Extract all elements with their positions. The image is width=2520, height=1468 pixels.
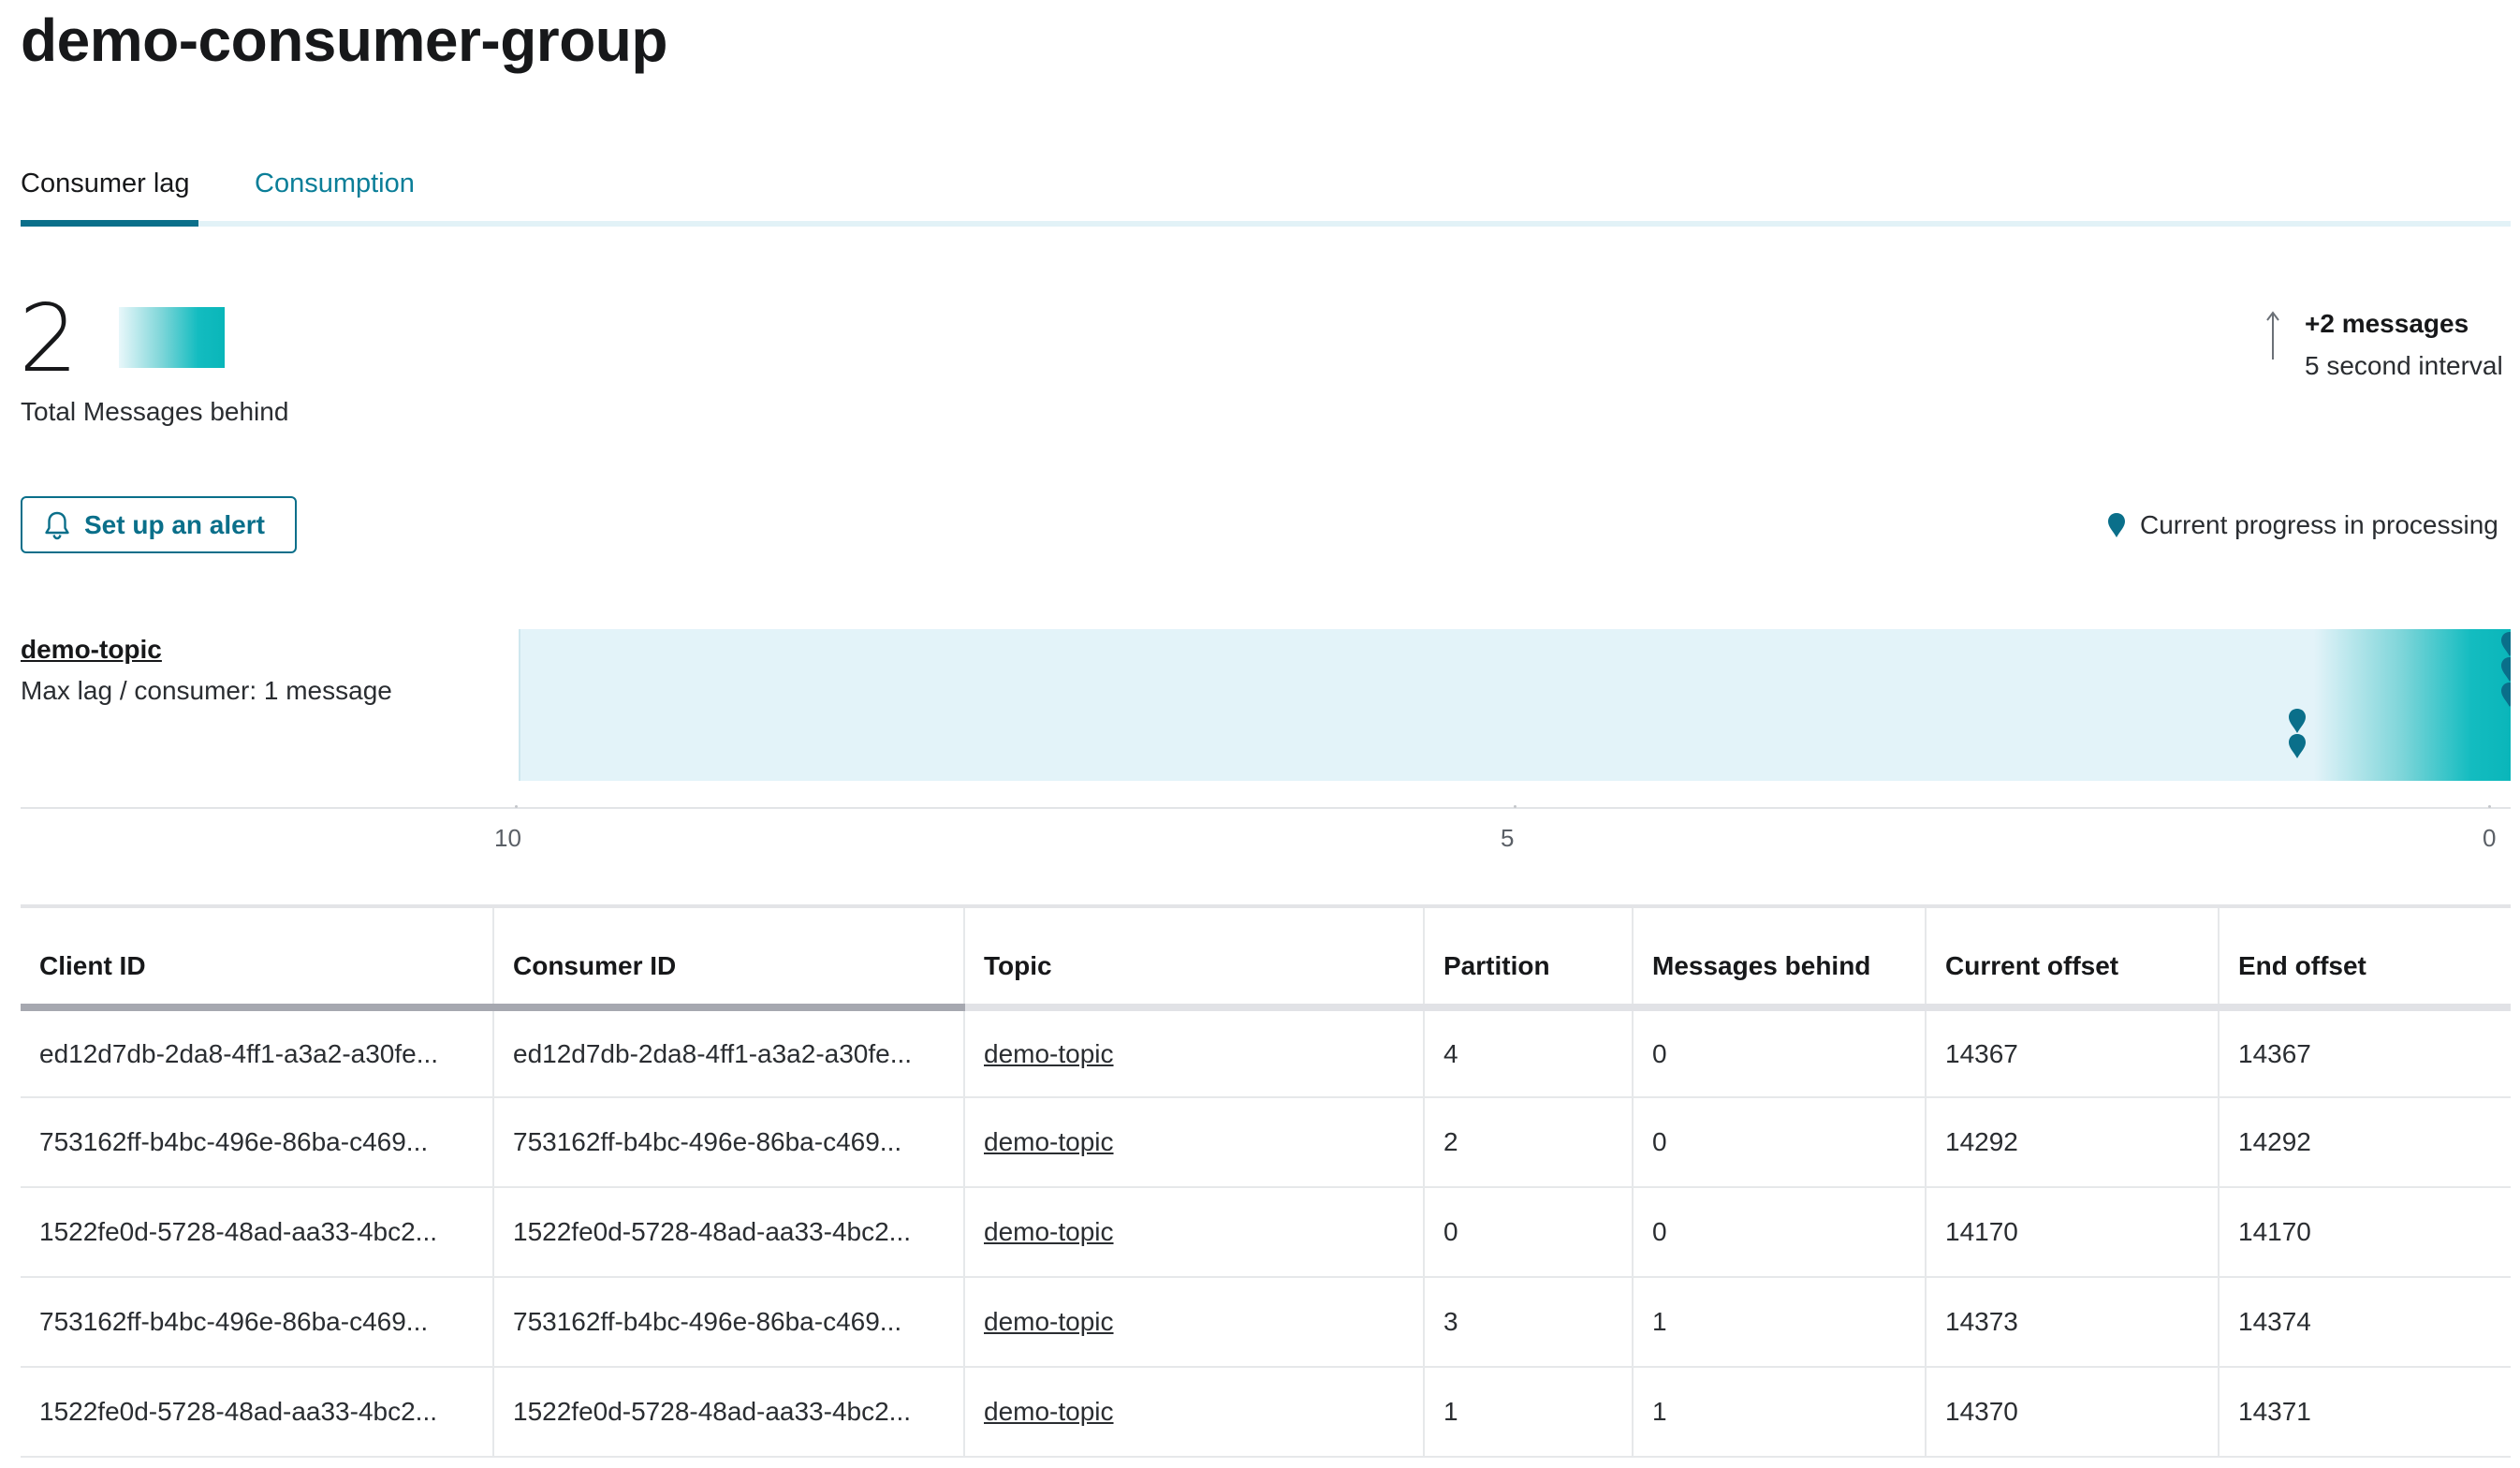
set-up-alert-button[interactable]: Set up an alert [21,496,297,553]
page-title: demo-consumer-group [21,7,667,74]
consumer-table: Client ID Consumer ID Topic Partition Me… [21,904,2511,1458]
cell-consumer-id: 753162ff-b4bc-496e-86ba-c469... [493,1277,965,1367]
topic-link[interactable]: demo-topic [984,1307,1114,1336]
arrow-up-icon [2266,311,2279,360]
cell-partition: 2 [1424,1097,1634,1187]
table-header-row: Client ID Consumer ID Topic Partition Me… [21,906,2511,1011]
delta-messages: +2 messages [2305,309,2469,338]
topic-link[interactable]: demo-topic [984,1127,1114,1156]
column-header-current-offset[interactable]: Current offset [1926,906,2220,1011]
table-row: 753162ff-b4bc-496e-86ba-c469... 753162ff-… [21,1097,2511,1187]
column-header-topic[interactable]: Topic [964,906,1425,1011]
cell-topic: demo-topic [964,1187,1425,1277]
consumer-progress-pin[interactable] [2499,682,2511,708]
consumer-progress-pin[interactable] [2499,656,2511,683]
consumer-progress-pin[interactable] [2287,708,2308,734]
lag-fill [2314,629,2511,781]
cell-end-offset: 14170 [2238,1217,2311,1246]
cell-current-offset: 14170 [1926,1187,2220,1277]
tab-track [21,221,2511,227]
lag-axis [21,805,2511,811]
cell-consumer-id: 1522fe0d-5728-48ad-aa33-4bc2... [493,1187,965,1277]
cell-client-id: 753162ff-b4bc-496e-86ba-c469... [21,1277,494,1367]
cell-current-offset: 14370 [1926,1367,2220,1457]
cell-consumer-id: ed12d7db-2da8-4ff1-a3a2-a30fe... [493,1007,965,1097]
cell-topic: demo-topic [964,1367,1425,1457]
axis-tick [2488,805,2491,808]
axis-tick [515,805,518,808]
column-header-client-id[interactable]: Client ID [21,906,494,1011]
cell-partition: 1 [1424,1367,1634,1457]
table-row: ed12d7db-2da8-4ff1-a3a2-a30fe... ed12d7db… [21,1007,2511,1097]
lag-swatch [119,307,225,368]
cell-client-id: ed12d7db-2da8-4ff1-a3a2-a30fe... [21,1007,494,1097]
cell-partition: 0 [1424,1187,1634,1277]
topic-link[interactable]: demo-topic [984,1217,1114,1246]
cell-current-offset: 14373 [1926,1277,2220,1367]
cell-messages-behind: 0 [1633,1187,1927,1277]
table-row: 753162ff-b4bc-496e-86ba-c469... 753162ff-… [21,1277,2511,1367]
legend: Current progress in processing [2106,510,2498,540]
cell-messages-behind: 1 [1633,1277,1927,1367]
axis-tick [1514,805,1516,808]
cell-current-offset: 14292 [1926,1097,2220,1187]
cell-end-offset: 14367 [2238,1038,2311,1068]
consumer-progress-pin[interactable] [2499,631,2511,657]
total-messages-behind-label: Total Messages behind [21,397,289,426]
column-header-messages-behind[interactable]: Messages behind [1633,906,1927,1011]
cell-messages-behind: 0 [1633,1007,1927,1097]
consumer-progress-pin[interactable] [2287,733,2308,759]
tab-consumption[interactable]: Consumption [255,169,415,199]
table-row: 1522fe0d-5728-48ad-aa33-4bc2... 1522fe0d-… [21,1187,2511,1277]
cell-topic: demo-topic [964,1097,1425,1187]
cell-topic: demo-topic [964,1277,1425,1367]
set-up-alert-label: Set up an alert [84,509,265,539]
topic-link[interactable]: demo-topic [984,1397,1114,1426]
tab-consumer-lag[interactable]: Consumer lag [21,169,190,199]
cell-messages-behind: 0 [1633,1097,1927,1187]
tab-bar: Consumer lag Consumption [21,159,2511,227]
axis-label-mid: 5 [1501,824,1515,852]
pin-icon [2108,513,2125,537]
cell-end-offset: 14292 [2238,1127,2311,1156]
cell-client-id: 753162ff-b4bc-496e-86ba-c469... [21,1097,494,1187]
cell-messages-behind: 1 [1633,1367,1927,1457]
cell-client-id: 1522fe0d-5728-48ad-aa33-4bc2... [21,1367,494,1457]
max-lag-label: Max lag / consumer: 1 message [21,676,392,705]
topic-link[interactable]: demo-topic [21,635,162,665]
active-tab-indicator [21,220,198,227]
cell-end-offset: 14374 [2238,1307,2311,1336]
cell-partition: 3 [1424,1277,1634,1367]
cell-end-offset: 14371 [2238,1397,2311,1426]
cell-current-offset: 14367 [1926,1007,2220,1097]
axis-label-max: 10 [494,824,521,852]
legend-label: Current progress in processing [2140,510,2498,539]
delta-interval: 5 second interval [2305,351,2503,380]
table-row: 1522fe0d-5728-48ad-aa33-4bc2... 1522fe0d-… [21,1367,2511,1457]
cell-partition: 4 [1424,1007,1634,1097]
cell-client-id: 1522fe0d-5728-48ad-aa33-4bc2... [21,1187,494,1277]
column-header-consumer-id[interactable]: Consumer ID [493,906,965,1011]
total-messages-behind-value: 2 [19,284,79,393]
cell-consumer-id: 753162ff-b4bc-496e-86ba-c469... [493,1097,965,1187]
column-header-end-offset[interactable]: End offset [2219,906,2511,1011]
cell-topic: demo-topic [964,1007,1425,1097]
axis-label-zero: 0 [2483,824,2497,852]
lag-bar [519,629,2511,781]
topic-link[interactable]: demo-topic [984,1039,1114,1068]
cell-consumer-id: 1522fe0d-5728-48ad-aa33-4bc2... [493,1367,965,1457]
column-header-partition[interactable]: Partition [1424,906,1634,1011]
bell-icon [45,511,69,539]
